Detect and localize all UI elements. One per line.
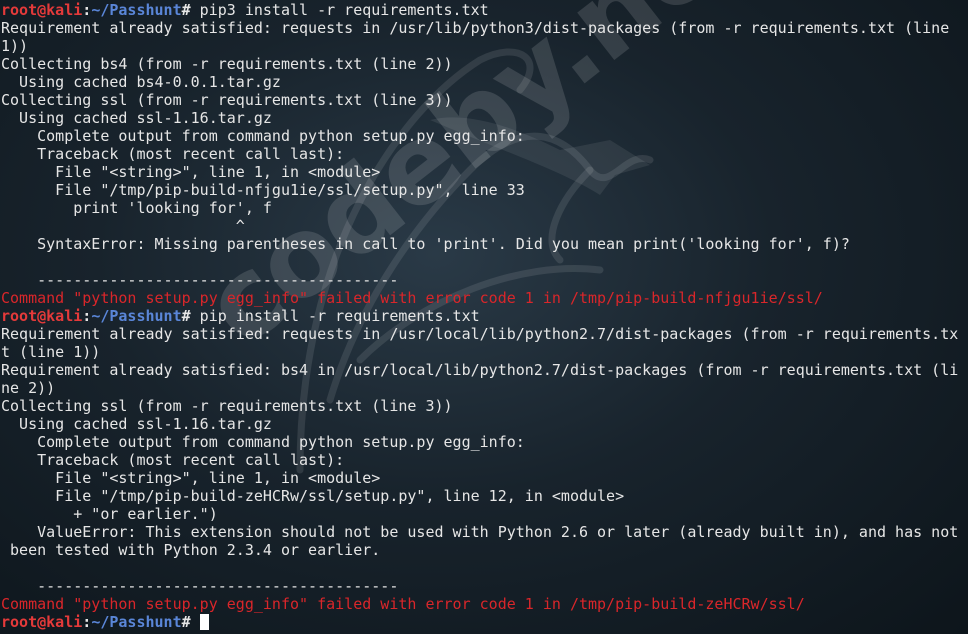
output-line: Traceback (most recent call last): (1, 451, 345, 469)
prompt-separator: : (82, 307, 92, 325)
prompt-line: root@kali:~/Passhunt# pip install -r req… (1, 307, 967, 325)
output-line: File "<string>", line 1, in <module> (1, 163, 381, 181)
prompt-user-host: root@kali (1, 613, 83, 631)
prompt-separator: : (82, 1, 92, 19)
prompt-path: ~/Passhunt (91, 613, 182, 631)
output-line: Requirement already satisfied: requests … (1, 19, 950, 37)
prompt-path: ~/Passhunt (91, 1, 182, 19)
prompt-user-host: root@kali (1, 1, 83, 19)
output-line: File "<string>", line 1, in <module> (1, 469, 381, 487)
prompt-separator: : (82, 613, 92, 631)
terminal-output[interactable]: root@kali:~/Passhunt# pip3 install -r re… (1, 1, 967, 633)
output-line: ---------------------------------------- (1, 271, 399, 289)
prompt-symbol: # (181, 1, 191, 19)
output-line: ValueError: This extension should not be… (1, 523, 959, 541)
text-cursor[interactable] (199, 614, 209, 630)
output-line: t (line 1)) (1, 343, 101, 361)
prompt-line: root@kali:~/Passhunt# (1, 613, 967, 631)
output-line: Requirement already satisfied: bs4 in /u… (1, 361, 959, 379)
output-line: Requirement already satisfied: requests … (1, 325, 959, 343)
command-text (191, 613, 200, 631)
output-line: Collecting ssl (from -r requirements.txt… (1, 397, 453, 415)
output-line: File "/tmp/pip-build-zeHCRw/ssl/setup.py… (1, 487, 625, 505)
output-line: Using cached ssl-1.16.tar.gz (1, 415, 272, 433)
output-line: ---------------------------------------- (1, 577, 399, 595)
output-line: SyntaxError: Missing parentheses in call… (1, 235, 850, 253)
command-text: pip install -r requirements.txt (190, 307, 480, 325)
error-line: Command "python setup.py egg_info" faile… (1, 595, 805, 613)
output-line: Complete output from command python setu… (1, 433, 525, 451)
prompt-line: root@kali:~/Passhunt# pip3 install -r re… (1, 1, 967, 19)
output-line: + "or earlier.") (1, 505, 218, 523)
output-line: Using cached bs4-0.0.1.tar.gz (1, 73, 281, 91)
error-line: Command "python setup.py egg_info" faile… (1, 289, 823, 307)
output-line: Collecting bs4 (from -r requirements.txt… (1, 55, 453, 73)
output-line: Complete output from command python setu… (1, 127, 525, 145)
output-line: ne 2)) (1, 379, 56, 397)
output-line: been tested with Python 2.3.4 or earlier… (1, 541, 381, 559)
prompt-path: ~/Passhunt (91, 307, 182, 325)
output-line: File "/tmp/pip-build-nfjgu1ie/ssl/setup.… (1, 181, 525, 199)
prompt-symbol: # (181, 307, 191, 325)
prompt-symbol: # (181, 613, 191, 631)
output-line: Collecting ssl (from -r requirements.txt… (1, 91, 453, 109)
output-line: print 'looking for', f (1, 199, 272, 217)
output-line: Traceback (most recent call last): (1, 145, 345, 163)
output-line: 1)) (1, 37, 29, 55)
command-text: pip3 install -r requirements.txt (190, 1, 489, 19)
output-line: ^ (1, 217, 245, 235)
output-line: Using cached ssl-1.16.tar.gz (1, 109, 272, 127)
prompt-user-host: root@kali (1, 307, 83, 325)
